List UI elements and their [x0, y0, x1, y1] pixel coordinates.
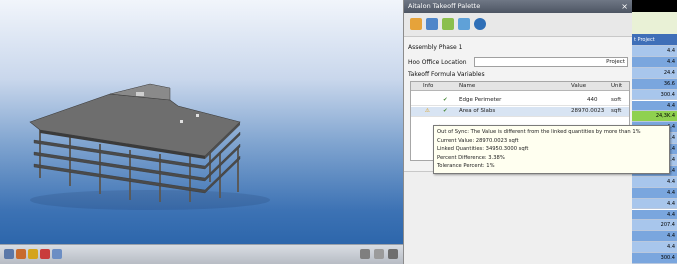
- link-icon[interactable]: [52, 249, 62, 259]
- sheet-black-bar: [632, 0, 677, 12]
- col-info: Info: [423, 83, 434, 89]
- sheet-cell[interactable]: 4.4: [632, 187, 677, 199]
- back-icon[interactable]: [374, 249, 384, 259]
- zoom-icon[interactable]: [388, 249, 398, 259]
- help-icon[interactable]: [474, 18, 486, 30]
- tooltip-line: Current Value: 28970.0023 sqft: [437, 137, 519, 144]
- sheet-cell[interactable]: 300.4: [632, 89, 677, 101]
- sheet-top-cells: [632, 12, 677, 34]
- sheet-cell[interactable]: 24.4: [632, 67, 677, 79]
- pen-icon[interactable]: [16, 249, 26, 259]
- eye-icon[interactable]: [40, 249, 50, 259]
- folder-icon[interactable]: [410, 18, 422, 30]
- tooltip-line: Linked Quantities: 34950.3000 sqft: [437, 146, 529, 153]
- viewport-3d[interactable]: [0, 0, 403, 264]
- palette-title-bar[interactable]: Aitalon Takeoff Palette ×: [404, 0, 632, 13]
- sheet-cell[interactable]: 207.4: [632, 220, 677, 232]
- cost-location-field[interactable]: Project: [474, 57, 628, 67]
- palette-lower-panel: [404, 171, 632, 264]
- sheet-cell[interactable]: 4.4: [632, 242, 677, 254]
- table-row[interactable]: ✔ Edge Perimeter 440 soft: [411, 96, 629, 106]
- close-icon[interactable]: ×: [621, 0, 628, 13]
- settings-icon[interactable]: [458, 18, 470, 30]
- palette-toolbar: [404, 13, 632, 37]
- sheet-header: t Project: [632, 34, 677, 46]
- sheet-cell[interactable]: 4.4: [632, 198, 677, 210]
- warning-icon: ⚠: [425, 108, 430, 114]
- col-unit: Unit: [611, 83, 623, 89]
- warning-icon[interactable]: [28, 249, 38, 259]
- cost-location-label: Hoo Office Location: [408, 59, 467, 66]
- tooltip-line: Tolerance Percent: 1%: [437, 163, 495, 170]
- camera-icon[interactable]: [4, 249, 14, 259]
- sheet-cell[interactable]: 24,3K.4: [632, 111, 677, 123]
- out-of-sync-tooltip: Out of Sync: The Value is different from…: [433, 125, 670, 174]
- sheet-cell[interactable]: 4.4: [632, 231, 677, 243]
- formula-label: Takeoff Formula Variables: [408, 71, 485, 78]
- tooltip-line: Out of Sync: The Value is different from…: [437, 129, 641, 135]
- wand-icon[interactable]: [442, 18, 454, 30]
- sheet-cell[interactable]: 36.6: [632, 78, 677, 90]
- viewport-toolbar: [0, 244, 403, 264]
- assembly-label: Assembly Phase 1: [408, 44, 463, 51]
- sheet-cell[interactable]: 300.4: [632, 253, 677, 264]
- globe-icon[interactable]: [426, 18, 438, 30]
- sheet-cell[interactable]: 4.4: [632, 176, 677, 188]
- sheet-cell[interactable]: 4.4: [632, 100, 677, 112]
- sheet-cell[interactable]: 4.4: [632, 46, 677, 57]
- table-row[interactable]: ⚠ ✔ Area of Slabs 28970.0023 sqft: [411, 107, 629, 117]
- palette-title: Aitalon Takeoff Palette: [408, 2, 481, 10]
- tooltip-line: Percent Difference: 3.38%: [437, 154, 505, 161]
- check-icon: ✔: [443, 108, 448, 114]
- grid-header: Info Name Value Unit: [411, 82, 629, 91]
- check-icon: ✔: [443, 97, 448, 103]
- col-name: Name: [459, 83, 476, 89]
- col-value: Value: [571, 83, 587, 89]
- window-icon[interactable]: [360, 249, 370, 259]
- building-model: [29, 83, 270, 210]
- sheet-cell[interactable]: 4.4: [632, 209, 677, 221]
- sheet-cell[interactable]: 4.4: [632, 56, 677, 68]
